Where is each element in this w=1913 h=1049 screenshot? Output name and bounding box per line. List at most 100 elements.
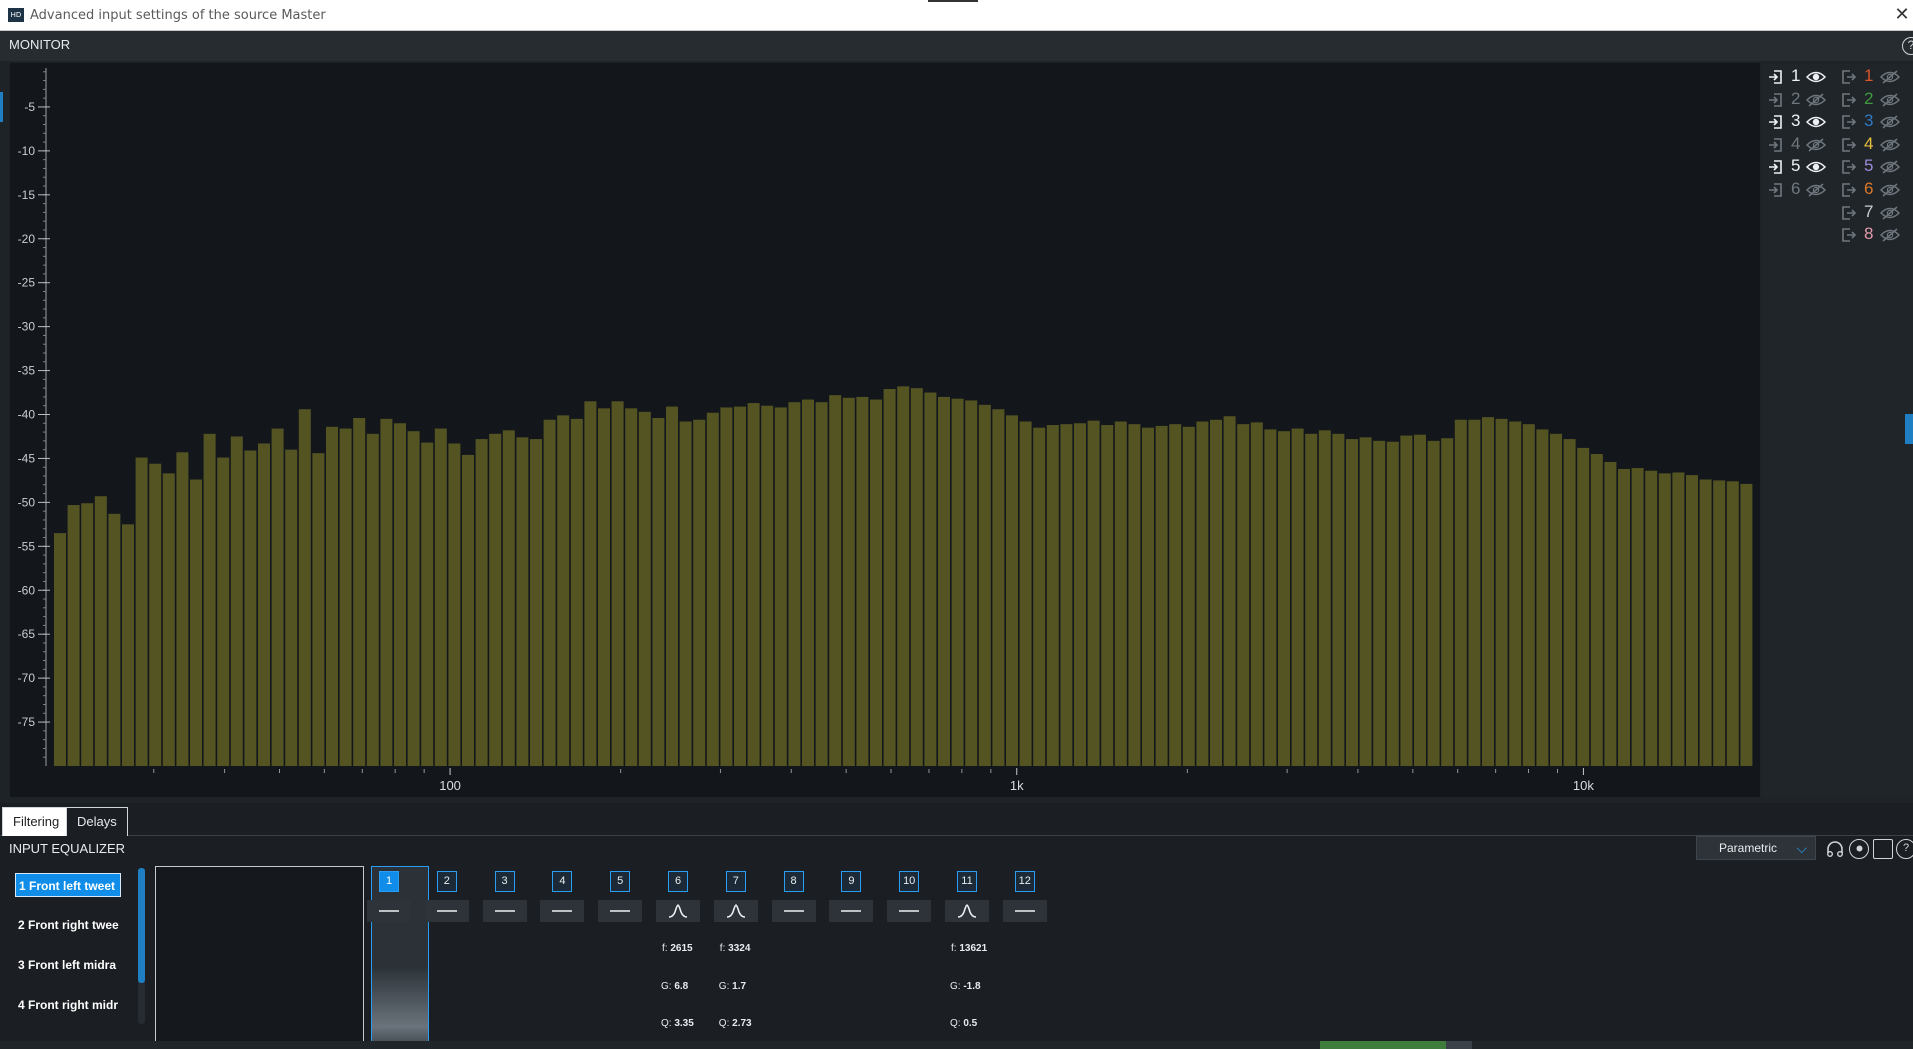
spectrum-bar bbox=[475, 439, 488, 766]
output-icon bbox=[1840, 114, 1857, 135]
tab-filtering[interactable]: Filtering bbox=[2, 807, 71, 836]
band-1-filter-type[interactable] bbox=[367, 900, 411, 922]
band-7-filter-type[interactable] bbox=[713, 900, 758, 922]
band-6-g-value[interactable]: G: 6.8 bbox=[661, 981, 688, 992]
y-tick-label: -65 bbox=[18, 627, 36, 641]
left-panel-handle[interactable] bbox=[0, 92, 3, 122]
legend-input-1[interactable]: 1 bbox=[1768, 66, 1834, 88]
band-3-filter-type[interactable] bbox=[482, 900, 527, 922]
band-5-filter-type[interactable] bbox=[598, 900, 643, 922]
eye-off-icon[interactable] bbox=[1879, 69, 1901, 89]
reset-icon[interactable] bbox=[1849, 839, 1869, 859]
spectrum-bar bbox=[679, 421, 692, 766]
eye-off-icon[interactable] bbox=[1879, 182, 1901, 202]
param-label: G: bbox=[718, 981, 730, 992]
y-tick-label: -50 bbox=[18, 495, 36, 509]
tab-delays[interactable]: Delays bbox=[66, 807, 128, 836]
eye-off-icon[interactable] bbox=[1805, 92, 1827, 112]
param-value: -1.8 bbox=[963, 981, 981, 992]
band-10-filter-type[interactable] bbox=[887, 900, 932, 922]
monitor-help-icon[interactable]: ? bbox=[1902, 37, 1913, 55]
band-11-button[interactable]: 11 bbox=[957, 871, 977, 892]
band-4-button[interactable]: 4 bbox=[552, 871, 573, 892]
eq-mode-select[interactable]: Parametric ⌵ bbox=[1696, 836, 1816, 860]
band-10-button[interactable]: 10 bbox=[899, 871, 920, 892]
eye-off-icon[interactable] bbox=[1879, 205, 1901, 225]
y-tick-label: -35 bbox=[18, 364, 36, 378]
band-5-button[interactable]: 5 bbox=[610, 871, 631, 892]
channel-list-scrollbar[interactable] bbox=[138, 868, 145, 1024]
spectrum-bar bbox=[1155, 425, 1168, 766]
legend-output-6[interactable]: 6 bbox=[1840, 179, 1910, 201]
eye-icon[interactable] bbox=[1805, 159, 1827, 179]
channel-item-4[interactable]: 4 Front right midr bbox=[15, 993, 121, 1017]
legend-output-number: 8 bbox=[1864, 224, 1874, 244]
band-11-f-value[interactable]: f: 13621 bbox=[951, 943, 987, 954]
eye-icon[interactable] bbox=[1805, 69, 1827, 89]
legend-input-number: 6 bbox=[1791, 179, 1801, 198]
eye-off-icon[interactable] bbox=[1805, 182, 1827, 202]
legend-output-2[interactable]: 2 bbox=[1840, 89, 1910, 111]
band-2-filter-type[interactable] bbox=[424, 900, 469, 922]
band-6-button[interactable]: 6 bbox=[668, 871, 688, 892]
legend-output-5[interactable]: 5 bbox=[1840, 156, 1910, 178]
eye-off-icon[interactable] bbox=[1879, 137, 1901, 157]
legend-output-1[interactable]: 1 bbox=[1840, 66, 1910, 88]
legend-output-3[interactable]: 3 bbox=[1840, 111, 1910, 133]
spectrum-bar bbox=[1604, 461, 1617, 766]
channel-item-2[interactable]: 2 Front right twee bbox=[15, 913, 121, 937]
band-2-button[interactable]: 2 bbox=[436, 871, 457, 892]
eye-off-icon[interactable] bbox=[1879, 92, 1901, 112]
right-panel-handle[interactable] bbox=[1905, 414, 1913, 444]
close-icon[interactable]: ✕ bbox=[1891, 0, 1913, 31]
spectrum-bar bbox=[1196, 421, 1209, 766]
param-value: 6.8 bbox=[674, 981, 689, 992]
headphones-icon[interactable] bbox=[1825, 839, 1845, 859]
eye-icon[interactable] bbox=[1805, 114, 1827, 134]
band-9-filter-type[interactable] bbox=[829, 900, 874, 922]
app-icon: HD bbox=[8, 8, 24, 22]
band-9-button[interactable]: 9 bbox=[841, 871, 862, 892]
eye-off-icon[interactable] bbox=[1879, 159, 1901, 179]
spectrum-bar bbox=[1278, 431, 1290, 766]
output-icon bbox=[1840, 159, 1857, 180]
band-6-q-value[interactable]: Q: 3.35 bbox=[661, 1018, 694, 1029]
peak-filter-icon bbox=[726, 904, 745, 918]
channel-item-1[interactable]: 1 Front left tweet bbox=[15, 873, 121, 897]
band-12-button[interactable]: 12 bbox=[1014, 871, 1035, 892]
band-8-filter-type[interactable] bbox=[771, 900, 816, 922]
legend-output-4[interactable]: 4 bbox=[1840, 134, 1910, 156]
legend-input-6[interactable]: 6 bbox=[1768, 179, 1834, 201]
band-6-f-value[interactable]: f: 2615 bbox=[662, 943, 693, 954]
band-8-button[interactable]: 8 bbox=[783, 871, 804, 892]
band-7-button[interactable]: 7 bbox=[725, 871, 746, 892]
band-11-filter-type[interactable] bbox=[945, 900, 989, 922]
band-1-button[interactable]: 1 bbox=[379, 871, 399, 892]
band-7-g-value[interactable]: G: 1.7 bbox=[719, 981, 746, 992]
spectrum-bar bbox=[842, 397, 855, 766]
eye-off-icon[interactable] bbox=[1879, 114, 1901, 134]
legend-output-8[interactable]: 8 bbox=[1840, 224, 1910, 246]
flat-filter-icon bbox=[494, 910, 515, 912]
spectrum-bar bbox=[747, 403, 760, 766]
legend-input-4[interactable]: 4 bbox=[1768, 134, 1834, 156]
legend-output-7[interactable]: 7 bbox=[1840, 202, 1910, 224]
band-11-g-value[interactable]: G: -1.8 bbox=[950, 981, 981, 992]
channel-item-3[interactable]: 3 Front left midra bbox=[15, 953, 121, 977]
band-3-button[interactable]: 3 bbox=[494, 871, 515, 892]
legend-input-2[interactable]: 2 bbox=[1768, 89, 1834, 111]
copy-icon[interactable] bbox=[1873, 839, 1893, 859]
legend-input-3[interactable]: 3 bbox=[1768, 111, 1834, 133]
band-7-q-value[interactable]: Q: 2.73 bbox=[719, 1018, 752, 1029]
band-12-filter-type[interactable] bbox=[1002, 900, 1047, 922]
scrollbar-thumb[interactable] bbox=[138, 868, 145, 983]
band-11-q-value[interactable]: Q: 0.5 bbox=[950, 1018, 977, 1029]
eye-off-icon[interactable] bbox=[1805, 137, 1827, 157]
eq-help-icon[interactable]: ? bbox=[1896, 839, 1913, 859]
eye-off-icon[interactable] bbox=[1879, 227, 1901, 247]
band-6-filter-type[interactable] bbox=[656, 900, 700, 922]
spectrum-bar bbox=[734, 406, 746, 766]
legend-input-5[interactable]: 5 bbox=[1768, 156, 1834, 178]
band-7-f-value[interactable]: f: 3324 bbox=[720, 943, 751, 954]
band-4-filter-type[interactable] bbox=[540, 900, 585, 922]
